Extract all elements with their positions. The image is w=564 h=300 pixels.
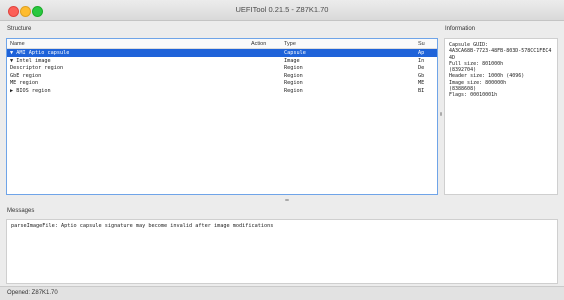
tree-cell-type: Region bbox=[284, 72, 303, 79]
tree-cell-subtype: Ap bbox=[418, 50, 425, 56]
tree-cell-type: Region bbox=[284, 80, 303, 86]
tree-row[interactable]: ▶ BIOS region Region BI bbox=[7, 87, 437, 95]
structure-tree[interactable]: Name Action Type Su ▼ AMI Aptio capsule C… bbox=[6, 38, 438, 195]
tree-row[interactable]: ▼ Intel image Image In bbox=[7, 57, 437, 65]
tree-cell-name: ME region bbox=[10, 80, 39, 86]
tree-row[interactable]: GbE region Region Gb bbox=[7, 72, 437, 80]
column-header-type[interactable]: Type bbox=[284, 41, 296, 47]
tree-cell-subtype: ME bbox=[418, 80, 425, 86]
tree-cell-subtype: BI bbox=[418, 87, 425, 94]
tree-cell-type: Image bbox=[284, 57, 300, 64]
messages-list[interactable]: parseImageFile: Aptio capsule signature … bbox=[6, 219, 558, 284]
information-line: 4A3CA68B-7723-48FB-803D-578CC1FEC44D bbox=[449, 48, 552, 61]
column-header-action[interactable]: Action bbox=[251, 41, 266, 47]
tree-cell-name: Descriptor region bbox=[10, 65, 64, 71]
tree-row[interactable]: Descriptor region Region De bbox=[7, 64, 437, 72]
tree-cell-subtype: De bbox=[418, 65, 425, 71]
status-bar: Opened: Z87K1.70 bbox=[0, 286, 564, 300]
tree-row[interactable]: ME region Region ME bbox=[7, 79, 437, 87]
horizontal-splitter-handle[interactable] bbox=[285, 199, 289, 201]
tree-cell-type: Region bbox=[284, 87, 303, 94]
messages-label: Messages bbox=[7, 208, 35, 214]
structure-label: Structure bbox=[7, 26, 32, 32]
title-bar: UEFITool 0.21.5 - Z87K1.70 bbox=[0, 0, 564, 21]
tree-cell-subtype: In bbox=[418, 57, 425, 64]
information-text: Capsule GUID: 4A3CA68B-7723-48FB-803D-578… bbox=[449, 42, 553, 99]
message-item[interactable]: parseImageFile: Aptio capsule signature … bbox=[11, 223, 553, 229]
column-header-subtype[interactable]: Su bbox=[418, 41, 425, 47]
tree-cell-name: ▼ AMI Aptio capsule bbox=[10, 50, 70, 56]
information-panel: Capsule GUID: 4A3CA68B-7723-48FB-803D-578… bbox=[444, 38, 558, 195]
tree-cell-type: Region bbox=[284, 65, 303, 71]
information-line: Flags: 00010001h bbox=[449, 92, 498, 99]
tree-row[interactable]: ▼ AMI Aptio capsule Capsule Ap bbox=[7, 49, 437, 57]
main-window: UEFITool 0.21.5 - Z87K1.70 Structure Inf… bbox=[0, 0, 564, 300]
vertical-splitter-handle[interactable] bbox=[440, 112, 442, 116]
window-title: UEFITool 0.21.5 - Z87K1.70 bbox=[235, 5, 329, 14]
messages-items: parseImageFile: Aptio capsule signature … bbox=[11, 223, 553, 229]
information-label: Information bbox=[445, 26, 476, 32]
tree-cell-name: ▼ Intel image bbox=[10, 57, 51, 64]
tree-cell-name: GbE region bbox=[10, 72, 42, 79]
status-text: Opened: Z87K1.70 bbox=[7, 290, 58, 296]
column-header-name[interactable]: Name bbox=[10, 41, 25, 47]
tree-cell-type: Capsule bbox=[284, 50, 306, 56]
tree-header: Name Action Type Su bbox=[7, 39, 437, 49]
tree-cell-subtype: Gb bbox=[418, 72, 425, 79]
tree-cell-name: ▶ BIOS region bbox=[10, 87, 51, 94]
